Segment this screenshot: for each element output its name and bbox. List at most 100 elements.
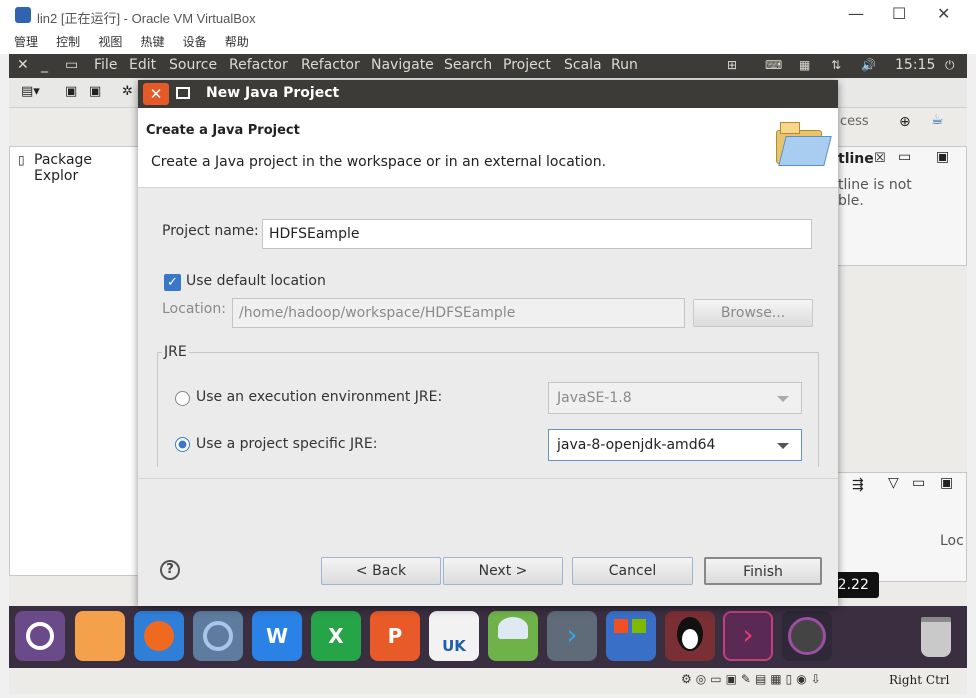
- menu-navigate[interactable]: Navigate: [371, 57, 434, 73]
- minimize-button[interactable]: —: [848, 4, 864, 23]
- input-indicator-icon[interactable]: ⊞: [727, 58, 737, 72]
- lower-right-view: ⇶ ▽ ▭ ▣ Loc: [837, 472, 967, 582]
- power-icon[interactable]: ⏻: [945, 58, 955, 73]
- exec-env-jre-label[interactable]: Use an execution environment JRE:: [196, 389, 442, 405]
- location-column-header[interactable]: Loc: [940, 533, 964, 549]
- save-icon[interactable]: ▣: [65, 84, 77, 99]
- menu-control[interactable]: 控制: [56, 32, 80, 52]
- ubuntu-software-icon[interactable]: UK: [429, 611, 479, 661]
- wps-presentation-icon[interactable]: P: [370, 611, 420, 661]
- menu-hotkey[interactable]: 热键: [140, 32, 164, 52]
- view-minimize-icon[interactable]: ▭: [912, 475, 925, 491]
- menu-edit[interactable]: Edit: [129, 57, 156, 73]
- host-title-bar: lin2 [正在运行] - Oracle VM VirtualBox — ☐ ✕: [0, 0, 976, 32]
- outline-view: tline ☒ ▭ ▣ tline is not ble.: [837, 146, 967, 266]
- outline-message-line1: tline is not: [838, 177, 912, 193]
- new-icon[interactable]: ▤▾: [21, 84, 40, 99]
- next-button[interactable]: Next >: [443, 557, 563, 585]
- exec-env-jre-select[interactable]: JavaSE-1.8: [548, 382, 802, 414]
- vbox-disc-icon[interactable]: [782, 611, 832, 661]
- jre-group-label: JRE: [162, 344, 189, 360]
- cancel-button[interactable]: Cancel: [572, 557, 693, 585]
- calendar-icon[interactable]: ▦: [799, 58, 810, 72]
- window-minimize-icon[interactable]: _: [41, 57, 48, 73]
- menu-manage[interactable]: 管理: [14, 32, 38, 52]
- keyboard-icon[interactable]: ⌨: [765, 58, 782, 72]
- package-explorer-view: ▯ Package Explor: [9, 146, 139, 576]
- dialog-maximize-button[interactable]: [176, 87, 190, 99]
- project-name-label: Project name:: [162, 223, 259, 239]
- package-explorer-tab[interactable]: Package Explor: [34, 152, 138, 184]
- menu-project[interactable]: Project: [503, 57, 551, 73]
- qq-icon[interactable]: [665, 611, 715, 661]
- dialog-title: New Java Project: [206, 85, 340, 101]
- close-button[interactable]: ✕: [937, 4, 950, 23]
- volume-icon[interactable]: 🔊: [861, 58, 876, 72]
- dialog-title-bar: ✕ New Java Project: [138, 80, 838, 108]
- use-default-location-label[interactable]: Use default location: [186, 273, 326, 289]
- terminal-icon[interactable]: ›: [723, 611, 773, 661]
- location-input[interactable]: /home/hadoop/workspace/HDFSEample: [232, 298, 685, 328]
- outline-tab[interactable]: tline: [838, 151, 874, 167]
- outline-close-icon[interactable]: ☒: [874, 151, 886, 166]
- debug-icon[interactable]: ✲: [122, 84, 133, 99]
- status-device-icons[interactable]: ⚙◎▭▣✎▤▦▯◉⇩: [681, 672, 825, 686]
- open-perspective-icon[interactable]: ⊕: [899, 114, 911, 130]
- window-close-icon[interactable]: ✕: [17, 57, 29, 73]
- chevron-down-icon: [777, 396, 789, 402]
- code-editor-icon[interactable]: ›: [547, 611, 597, 661]
- firefox-icon[interactable]: [134, 611, 184, 661]
- dialog-banner: Create a Java Project Create a Java proj…: [138, 108, 838, 188]
- ubuntu-top-bar: ✕ _ ▭ File Edit Source Refactor Refactor…: [9, 54, 967, 78]
- java-perspective-icon[interactable]: ☕: [931, 112, 944, 128]
- project-name-input[interactable]: HDFSEample: [262, 219, 812, 249]
- menu-file[interactable]: File: [94, 57, 117, 73]
- clock[interactable]: 15:15: [895, 57, 935, 73]
- view-dropdown-icon[interactable]: ▽: [888, 475, 899, 491]
- host-key-label[interactable]: Right Ctrl: [889, 673, 950, 687]
- view-menu-icon[interactable]: ⇶: [852, 477, 864, 493]
- exec-env-jre-value: JavaSE-1.8: [557, 390, 632, 406]
- maximize-button[interactable]: ☐: [892, 4, 906, 23]
- network-icon[interactable]: ⇅: [831, 58, 841, 72]
- ubuntu-launcher-icon[interactable]: [15, 611, 65, 661]
- menu-view[interactable]: 视图: [98, 32, 122, 52]
- use-default-location-checkbox[interactable]: ✓: [164, 274, 181, 291]
- robot-app-icon[interactable]: [488, 611, 538, 661]
- menu-help[interactable]: 帮助: [225, 32, 249, 52]
- browse-button[interactable]: Browse...: [693, 299, 813, 327]
- chevron-down-icon: [777, 443, 789, 449]
- project-specific-jre-label[interactable]: Use a project specific JRE:: [196, 436, 377, 452]
- view-maximize-icon[interactable]: ▣: [940, 475, 953, 491]
- wps-spreadsheet-icon[interactable]: X: [311, 611, 361, 661]
- windows-app-icon[interactable]: [606, 611, 656, 661]
- dialog-close-button[interactable]: ✕: [143, 83, 169, 105]
- outline-minimize-icon[interactable]: ▭: [898, 149, 911, 165]
- menu-refactor-1[interactable]: Refactor: [229, 57, 288, 73]
- host-status-bar: ⚙◎▭▣✎▤▦▯◉⇩ Right Ctrl: [9, 668, 967, 694]
- chromium-icon[interactable]: [193, 611, 243, 661]
- outline-maximize-icon[interactable]: ▣: [936, 149, 949, 165]
- finish-button[interactable]: Finish: [704, 557, 822, 585]
- project-specific-jre-value: java-8-openjdk-amd64: [557, 437, 716, 453]
- menu-run[interactable]: Run: [611, 57, 638, 73]
- menu-devices[interactable]: 设备: [183, 32, 207, 52]
- project-specific-jre-radio[interactable]: [175, 437, 190, 452]
- menu-source[interactable]: Source: [169, 57, 217, 73]
- host-menu-bar: 管理 控制 视图 热键 设备 帮助: [0, 32, 976, 54]
- host-window-title: lin2 [正在运行] - Oracle VM VirtualBox: [37, 11, 256, 26]
- menu-scala[interactable]: Scala: [564, 57, 602, 73]
- help-button[interactable]: ?: [160, 560, 180, 580]
- wps-writer-icon[interactable]: W: [252, 611, 302, 661]
- project-specific-jre-select[interactable]: java-8-openjdk-amd64: [548, 429, 802, 461]
- window-restore-icon[interactable]: ▭: [65, 57, 78, 73]
- save-all-icon[interactable]: ▣: [89, 84, 101, 99]
- trash-icon[interactable]: [911, 611, 961, 661]
- files-icon[interactable]: [75, 611, 125, 661]
- exec-env-jre-radio[interactable]: [175, 391, 190, 406]
- back-button[interactable]: < Back: [321, 557, 441, 585]
- quick-access-label[interactable]: cess: [840, 114, 869, 129]
- menu-search[interactable]: Search: [444, 57, 492, 73]
- new-java-project-dialog: ✕ New Java Project Create a Java Project…: [138, 80, 838, 606]
- menu-refactor-2[interactable]: Refactor: [301, 57, 360, 73]
